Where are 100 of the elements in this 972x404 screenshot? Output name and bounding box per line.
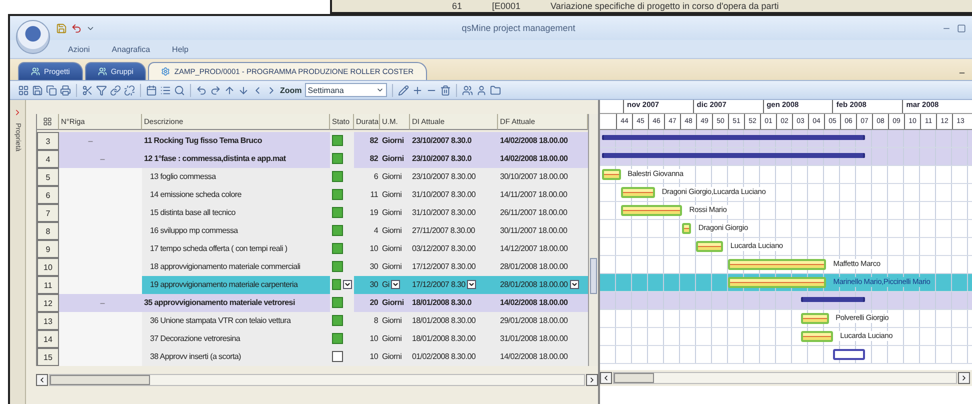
table-cell: 30 [354,258,380,276]
table-cell: Giorni [380,258,410,276]
row-number[interactable]: 11 [37,276,59,294]
copy-icon[interactable] [46,84,57,96]
user-icon[interactable] [476,84,487,96]
maximize-icon[interactable] [957,24,966,32]
zoom-dropdown[interactable]: Settimana [304,83,387,97]
users-icon [98,67,107,76]
status-checkbox[interactable] [332,333,343,344]
status-checkbox[interactable] [332,351,343,362]
note-code: [E0001 [492,1,521,11]
table-cell: 31/10/2007 8.30.00 [410,186,498,204]
scissors-icon[interactable] [82,84,93,96]
task-bar[interactable] [682,223,692,234]
menu-item[interactable]: Azioni [68,44,90,54]
row-number[interactable]: 8 [37,222,59,240]
table-cell: 14/12/2007 18.00.00 [498,240,588,258]
app-logo[interactable] [16,20,50,54]
table-cell: 36 Unione stampata VTR con telaio vettura [142,312,330,330]
table-cell: Giorni [380,204,410,222]
print-icon[interactable] [60,84,71,96]
table-cell: 14/02/2008 18.00.00 [498,150,588,168]
status-checkbox[interactable] [332,297,343,308]
undo-icon[interactable] [196,84,207,96]
status-checkbox[interactable] [332,189,343,200]
folder-icon[interactable] [490,84,501,96]
table-cell: 17/12/2007 8.30.00 [410,258,498,276]
calendar-icon[interactable] [146,84,157,96]
arrow-up-icon[interactable] [224,84,235,96]
status-checkbox[interactable] [332,279,341,290]
scroll-right-icon[interactable] [960,374,968,382]
scroll-left-icon[interactable] [38,376,46,384]
row-number[interactable]: 12 [37,294,59,312]
trash-icon[interactable] [440,84,451,96]
table-cell: 11 [354,186,380,204]
table-cell: 18/01/2008 8.30.0 [410,294,498,312]
filter-icon[interactable] [96,84,107,96]
scroll-right-icon[interactable] [588,376,596,384]
status-checkbox[interactable] [332,261,343,272]
status-checkbox[interactable] [332,315,343,326]
table-cell: 18/01/2008 8.30.00 [410,330,498,348]
row-number[interactable]: 3 [37,132,59,150]
scroll-left-icon[interactable] [602,374,610,382]
status-checkbox[interactable] [332,207,343,218]
row-number[interactable]: 10 [37,258,59,276]
row-number[interactable]: 13 [37,312,59,330]
save-icon[interactable] [32,84,43,96]
unlink-icon[interactable] [124,84,135,96]
row-number[interactable]: 4 [37,150,59,168]
search-icon[interactable] [174,84,185,96]
grid-icon[interactable] [18,84,29,96]
table-cell: 6 [354,168,380,186]
row-number[interactable]: 6 [37,186,59,204]
table-cell: Giorni [380,312,410,330]
row-number[interactable]: 5 [37,168,59,186]
table-cell: Giorni [380,222,410,240]
table-cell: 18 approvvigionamento materiale commerciali [142,258,330,276]
task-bar[interactable] [833,349,866,360]
users-icon[interactable] [462,84,473,96]
link-icon[interactable] [110,84,121,96]
row-number[interactable]: 9 [37,240,59,258]
scrollbar-thumb[interactable] [590,258,597,294]
menu-item[interactable]: Anagrafica [112,44,150,54]
pencil-icon[interactable] [398,84,409,96]
undo-icon[interactable] [71,22,82,34]
horizontal-scrollbar[interactable] [600,370,972,386]
table-cell: 14/11/2007 18.00.00 [498,186,588,204]
plus-icon[interactable] [412,84,423,96]
horizontal-scrollbar[interactable] [36,372,598,388]
table-cell: 14/02/2008 18.00.00 [498,348,588,366]
row-number[interactable]: 15 [37,348,59,366]
grid-icon[interactable] [43,117,52,126]
note-text: Variazione specifiche di progetto in corso d'opera da parti [550,1,779,11]
table-cell: Gi [380,276,410,294]
table-cell: 13 foglio commessa [142,168,330,186]
table-cell: 17 tempo scheda offerta ( con tempi reali ) [142,240,330,258]
row-number[interactable]: 14 [37,330,59,348]
scrollbar-thumb[interactable] [614,373,654,383]
table-cell: 15 distinta base all tecnico [142,204,330,222]
table-cell: 31/01/2008 18.00.00 [498,330,588,348]
scrollbar-thumb[interactable] [50,375,150,385]
note-number: 61 [452,1,462,11]
table-cell: Giorni [380,348,410,366]
table-cell: 23/10/2007 8.30.0 [410,132,498,150]
status-checkbox[interactable] [332,225,343,236]
status-checkbox[interactable] [332,135,343,146]
status-checkbox[interactable] [332,153,343,164]
status-checkbox[interactable] [332,171,343,182]
table-cell: 35 approvvigionamento materiale vetroresi [142,294,330,312]
status-checkbox[interactable] [332,243,343,254]
table-cell: 17/12/2007 8.30 [410,276,498,294]
row-number[interactable]: 7 [37,204,59,222]
save-icon[interactable] [56,22,67,34]
list-icon[interactable] [160,84,171,96]
table-cell: 14 emissione scheda colore [142,186,330,204]
task-bar[interactable] [696,241,724,252]
arrow-down-icon[interactable] [238,84,249,96]
menu-item[interactable]: Help [172,44,188,54]
table-cell: 28/01/2008 18.00.00 [498,258,588,276]
redo-icon[interactable] [210,84,221,96]
